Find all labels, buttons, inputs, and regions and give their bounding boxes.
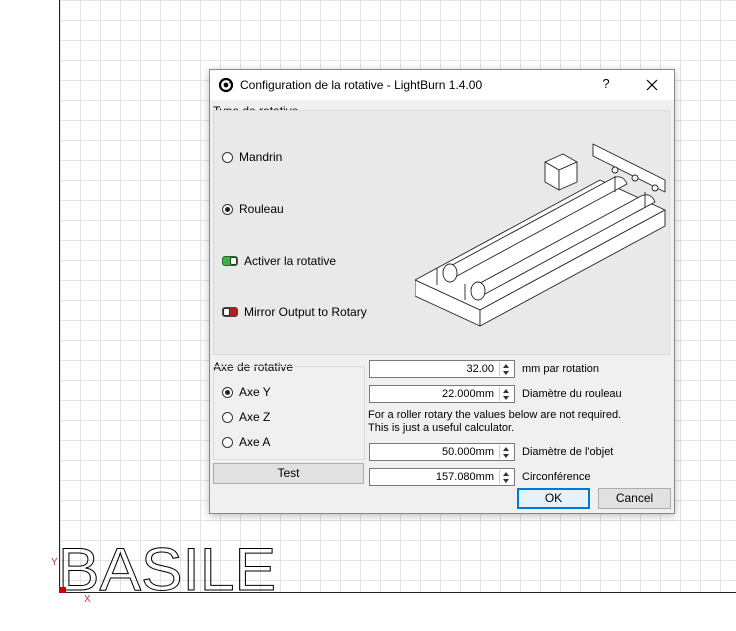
radio-mandrin-label: Mandrin xyxy=(239,150,283,164)
origin-marker xyxy=(59,587,66,593)
radio-mandrin[interactable]: Mandrin xyxy=(222,150,282,164)
radio-axe-y-label: Axe Y xyxy=(239,385,271,399)
cancel-button[interactable]: Cancel xyxy=(598,488,671,509)
radio-dot-selected[interactable] xyxy=(222,386,233,398)
circumference-label: Circonférence xyxy=(522,471,591,483)
enable-rotary-toggle[interactable]: Activer la rotative xyxy=(222,254,336,268)
spin-arrows-icon[interactable] xyxy=(499,445,513,459)
test-button[interactable]: Test xyxy=(213,463,364,484)
circumference-value: 157.080mm xyxy=(435,471,494,483)
radio-axe-a-label: Axe A xyxy=(239,435,271,449)
radio-rouleau-label: Rouleau xyxy=(239,202,284,216)
radio-axe-a[interactable]: Axe A xyxy=(222,435,270,449)
roller-diameter-label: Diamètre du rouleau xyxy=(522,388,622,400)
dialog-titlebar: Configuration de la rotative - LightBurn… xyxy=(210,70,674,100)
radio-axe-z-label: Axe Z xyxy=(239,410,271,424)
circumference-input[interactable]: 157.080mm xyxy=(369,468,515,486)
toggle-switch-on[interactable] xyxy=(222,256,238,266)
roller-diameter-value: 22.000mm xyxy=(442,388,494,400)
enable-rotary-label: Activer la rotative xyxy=(244,254,337,268)
canvas-margin-bottom xyxy=(0,593,736,631)
object-diameter-label: Diamètre de l'objet xyxy=(522,446,614,458)
y-axis-line xyxy=(59,0,60,593)
spin-arrows-icon[interactable] xyxy=(499,387,513,401)
object-diameter-input[interactable]: 50.000mm xyxy=(369,443,515,461)
help-button[interactable]: ? xyxy=(598,76,614,94)
radio-axe-z[interactable]: Axe Z xyxy=(222,410,270,424)
radio-axe-y[interactable]: Axe Y xyxy=(222,385,271,399)
mm-per-rotation-value: 32.00 xyxy=(466,363,494,375)
radio-dot[interactable] xyxy=(222,411,233,423)
dialog-title: Configuration de la rotative - LightBurn… xyxy=(240,78,483,92)
ok-button[interactable]: OK xyxy=(517,488,590,509)
toggle-switch-off[interactable] xyxy=(222,307,238,317)
basile-text: BASILE xyxy=(58,536,276,596)
canvas-margin-left xyxy=(0,0,59,593)
mm-per-rotation-input[interactable]: 32.00 xyxy=(369,360,515,378)
radio-dot[interactable] xyxy=(222,151,233,163)
radio-dot-selected[interactable] xyxy=(222,203,233,215)
radio-dot[interactable] xyxy=(222,436,233,448)
roller-diameter-input[interactable]: 22.000mm xyxy=(369,385,515,403)
mirror-output-label: Mirror Output to Rotary xyxy=(244,305,367,319)
rotary-setup-dialog: Configuration de la rotative - LightBurn… xyxy=(209,69,675,514)
spin-arrows-icon[interactable] xyxy=(499,362,513,376)
calculator-note-line1: For a roller rotary the values below are… xyxy=(368,409,622,421)
object-diameter-value: 50.000mm xyxy=(442,446,494,458)
lightburn-logo-icon xyxy=(218,77,234,93)
roller-rotary-illustration xyxy=(415,143,666,327)
mm-per-rotation-label: mm par rotation xyxy=(522,363,600,375)
close-icon[interactable] xyxy=(642,75,662,95)
mirror-output-toggle[interactable]: Mirror Output to Rotary xyxy=(222,305,367,319)
spin-arrows-icon[interactable] xyxy=(499,470,513,484)
calculator-note: For a roller rotary the values below are… xyxy=(368,409,621,435)
calculator-note-line2: This is just a useful calculator. xyxy=(368,422,515,434)
radio-rouleau[interactable]: Rouleau xyxy=(222,202,284,216)
basile-text-object[interactable]: BASILE xyxy=(56,536,281,596)
